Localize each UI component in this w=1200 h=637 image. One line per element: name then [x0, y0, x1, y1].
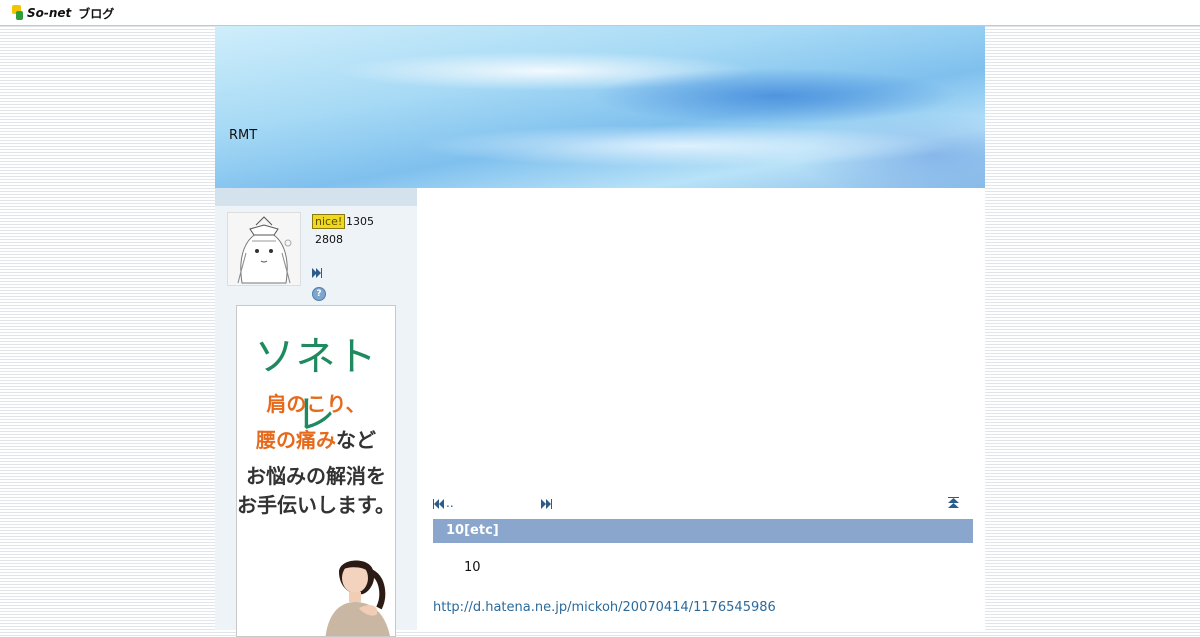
blog-title[interactable]: RMT [229, 128, 257, 143]
logo-text: So-net [27, 6, 72, 20]
visit-count: 2808 [315, 233, 343, 246]
ad-line-4: お手伝いします。 [237, 493, 395, 517]
ad-woman-image [325, 560, 390, 636]
sonet-logo-icon [12, 5, 24, 21]
ad-line-2: 腰の痛みなど [237, 424, 395, 453]
ad-line-2-orange: 腰の痛み [256, 428, 336, 452]
post-body-text: 10 [464, 560, 481, 575]
sonet-blog-logo[interactable]: So-net ブログ [12, 4, 114, 22]
nice-count: 1305 [346, 215, 374, 228]
nice-badge[interactable]: nice! [312, 214, 346, 229]
page-top-icon[interactable] [948, 497, 959, 509]
logo-sub-text: ブログ [78, 6, 115, 21]
sidebar: nice! 1305 2808 ? ソネトレ 肩のこり、 腰の痛みなど お悩みの… [215, 188, 417, 637]
next-post-icon[interactable] [541, 499, 552, 509]
post-link[interactable]: http://d.hatena.ne.jp/mickoh/20070414/11… [433, 600, 776, 615]
ad-line-1: 肩のこり、 [237, 388, 395, 417]
post-title-bar: 10[etc] [433, 519, 973, 543]
sidebar-header-strip [215, 188, 417, 206]
ad-line-1-text: 肩のこり、 [266, 392, 366, 416]
prev-post-link[interactable]: .. [446, 496, 454, 510]
ad-line-2-dark: など [336, 428, 376, 452]
profile-avatar[interactable] [227, 212, 301, 286]
main-content: .. 10[etc] 10 http://d.hatena.ne.jp/mick… [417, 188, 985, 630]
post-title[interactable]: 10[etc] [446, 523, 499, 538]
sonetore-ad-banner[interactable]: ソネトレ 肩のこり、 腰の痛みなど お悩みの解消を お手伝いします。 [236, 305, 396, 637]
help-icon[interactable]: ? [312, 287, 326, 301]
prev-post-icon[interactable] [433, 499, 444, 509]
blog-page: RMT nice! 1305 2808 ? ソネトレ 肩のこり、 腰の痛みなど … [215, 26, 985, 637]
ad-brand: ソネトレ [254, 334, 378, 438]
next-page-icon[interactable] [312, 268, 322, 278]
top-bar: So-net ブログ [0, 0, 1200, 26]
blog-header-banner: RMT [215, 26, 985, 188]
ad-line-3: お悩みの解消を [246, 464, 386, 488]
